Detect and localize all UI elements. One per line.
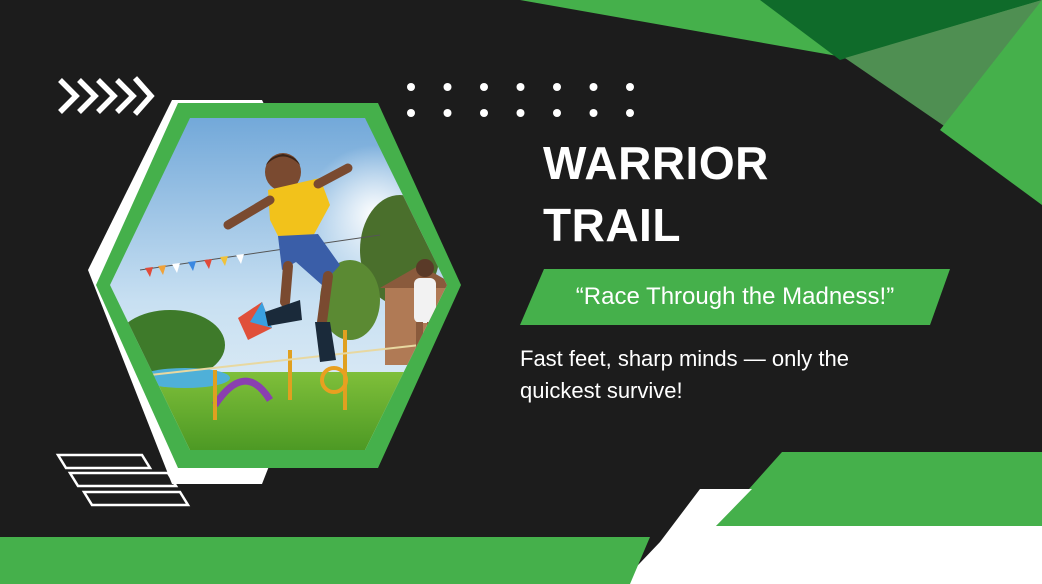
warrior-trail-banner: WARRIOR TRAIL “Race Through the Madness!… — [0, 0, 1042, 584]
slogan-banner: “Race Through the Madness!” — [520, 269, 950, 325]
title-line-1: WARRIOR — [543, 137, 769, 189]
slogan-text: “Race Through the Madness!” — [575, 283, 895, 310]
page-title: WARRIOR TRAIL — [543, 132, 769, 256]
title-line-2: TRAIL — [543, 199, 681, 251]
tagline-text: Fast feet, sharp minds — only the quicke… — [520, 346, 849, 403]
